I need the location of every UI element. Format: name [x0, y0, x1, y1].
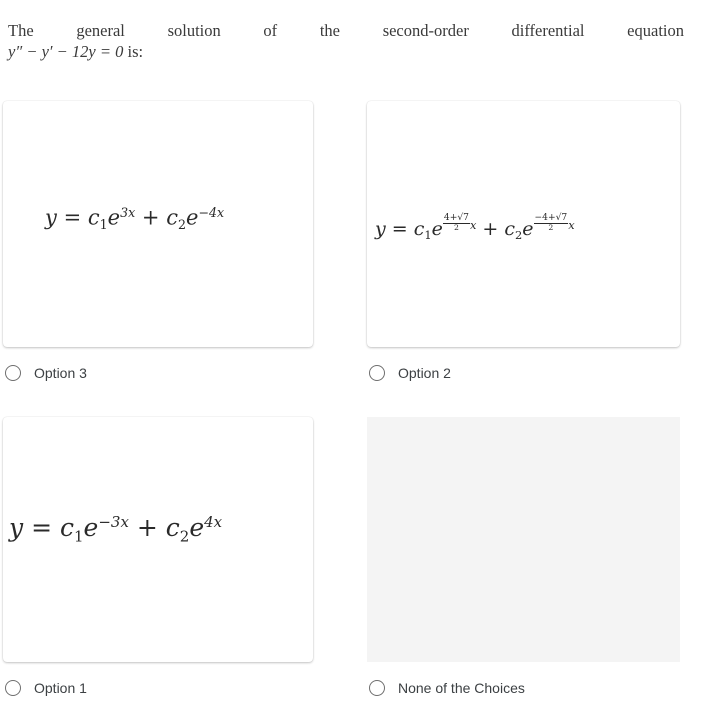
- question-text: The general solution of the second-order…: [8, 20, 684, 62]
- option-none-label: None of the Choices: [398, 680, 525, 696]
- question-word: differential: [511, 21, 585, 40]
- option-2-label: Option 2: [398, 365, 451, 381]
- question-word: general: [76, 21, 125, 40]
- option-1-image-card[interactable]: y = c1e−3x + c2e4x: [3, 417, 313, 662]
- question-word: the: [319, 21, 341, 40]
- option-1-label: Option 1: [34, 680, 87, 696]
- question-equation: y″ − y′ − 12y = 0: [8, 42, 124, 61]
- option-3-image-card[interactable]: y = c1e3x + c2e−4x: [3, 101, 313, 347]
- option-3-formula: y = c1e3x + c2e−4x: [45, 205, 225, 232]
- option-none-choice[interactable]: None of the Choices: [369, 680, 525, 696]
- question-suffix: is:: [127, 42, 144, 61]
- option-3-label: Option 3: [34, 365, 87, 381]
- option-1-radio[interactable]: [5, 680, 21, 696]
- option-2-radio[interactable]: [369, 365, 385, 381]
- option-none-image-placeholder: [367, 417, 680, 662]
- question-word: second-order: [382, 21, 469, 40]
- option-3-radio[interactable]: [5, 365, 21, 381]
- option-1-formula: y = c1e−3x + c2e4x: [9, 513, 223, 546]
- option-2-choice[interactable]: Option 2: [369, 365, 451, 381]
- option-2-exponent-2: −4+√7 2: [533, 213, 569, 233]
- question-word: The: [8, 21, 34, 40]
- option-1-choice[interactable]: Option 1: [5, 680, 87, 696]
- option-3-choice[interactable]: Option 3: [5, 365, 87, 381]
- question-line-1: The general solution of the second-order…: [8, 20, 684, 41]
- option-2-formula: y = c1e 4+√7 2 x + c2e −4+√7 2 x: [375, 213, 575, 243]
- option-2-exponent-1: 4+√7 2: [442, 213, 470, 233]
- question-line-2: y″ − y′ − 12y = 0 is:: [8, 41, 684, 62]
- question-word: solution: [167, 21, 221, 40]
- option-none-radio[interactable]: [369, 680, 385, 696]
- question-word: equation: [627, 21, 684, 40]
- option-2-image-card[interactable]: y = c1e 4+√7 2 x + c2e −4+√7 2 x: [367, 101, 680, 347]
- question-word: of: [263, 21, 278, 40]
